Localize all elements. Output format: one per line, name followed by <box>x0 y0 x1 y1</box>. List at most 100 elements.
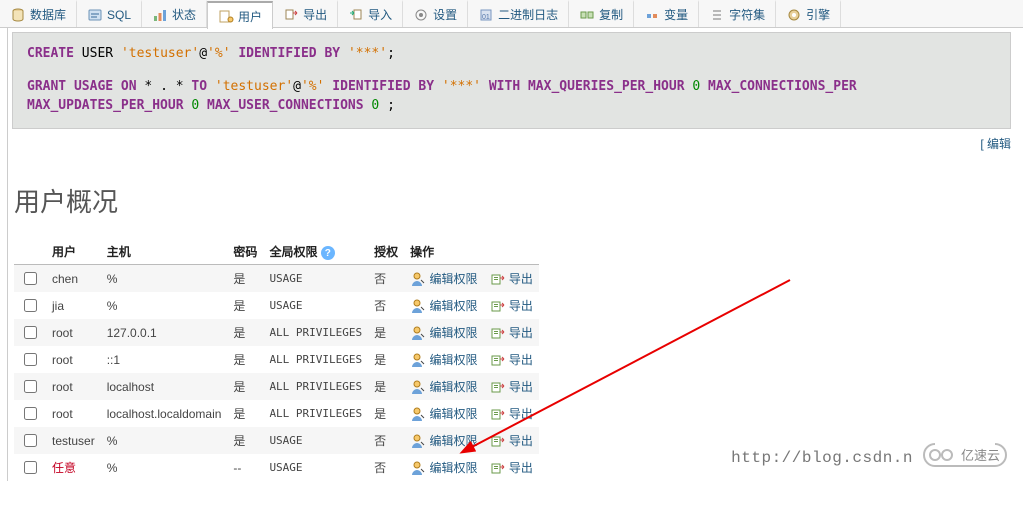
tab-label: 数据库 <box>30 6 66 23</box>
row-checkbox[interactable] <box>24 434 37 447</box>
cell-pwd: 是 <box>227 346 263 373</box>
tab-label: 用户 <box>238 8 262 25</box>
edit-privileges-icon <box>410 460 426 476</box>
export-row-icon <box>490 406 506 422</box>
cell-user: root <box>46 346 101 373</box>
export-row-icon <box>490 379 506 395</box>
tab-import[interactable]: 导入 <box>338 0 403 27</box>
table-row: chen%是USAGE否 编辑权限 导出 <box>14 265 539 293</box>
tab-label: 复制 <box>599 6 623 23</box>
kw-with: WITH <box>489 79 520 94</box>
edit-privileges-link[interactable]: 编辑权限 <box>430 326 478 340</box>
edit-privileges-icon <box>410 271 426 287</box>
table-row: root127.0.0.1是ALL PRIVILEGES是 编辑权限 导出 <box>14 319 539 346</box>
edit-privileges-link[interactable]: 编辑权限 <box>430 434 478 448</box>
tab-settings[interactable]: 设置 <box>403 0 468 27</box>
at-sign: @ <box>199 46 207 61</box>
export-row-link[interactable]: 导出 <box>509 326 533 340</box>
edit-privileges-link[interactable]: 编辑权限 <box>430 353 478 367</box>
table-row: root::1是ALL PRIVILEGES是 编辑权限 导出 <box>14 346 539 373</box>
cell-priv: USAGE <box>263 265 368 293</box>
zero: 0 <box>371 98 379 113</box>
tab-users[interactable]: 用户 <box>207 1 273 29</box>
sql-icon <box>87 7 103 23</box>
wildcard: * . * <box>144 79 183 94</box>
row-checkbox[interactable] <box>24 299 37 312</box>
cell-priv: ALL PRIVILEGES <box>263 346 368 373</box>
replication-icon <box>579 7 595 23</box>
tab-label: SQL <box>107 8 131 22</box>
export-row-icon <box>490 433 506 449</box>
cell-priv: ALL PRIVILEGES <box>263 400 368 427</box>
cell-user: jia <box>46 292 101 319</box>
export-row-link[interactable]: 导出 <box>509 380 533 394</box>
watermark-logo: 亿速云 <box>923 440 1011 473</box>
cell-user: 任意 <box>46 454 101 481</box>
export-row-icon <box>490 352 506 368</box>
tab-label: 二进制日志 <box>498 6 558 23</box>
col-priv: 全局权限 ? <box>263 239 368 265</box>
cell-grant: 否 <box>368 265 404 293</box>
cell-host: % <box>101 454 228 481</box>
at-sign: @ <box>293 79 301 94</box>
export-row-icon <box>490 298 506 314</box>
row-checkbox[interactable] <box>24 272 37 285</box>
edit-privileges-link[interactable]: 编辑权限 <box>430 461 478 475</box>
tab-database[interactable]: 数据库 <box>0 0 77 27</box>
row-checkbox[interactable] <box>24 326 37 339</box>
cell-pwd: 是 <box>227 373 263 400</box>
top-tab-bar: 数据库 SQL 状态 用户 导出 导入 设置 01 二进制日志 复制 变量 字符… <box>0 0 1023 28</box>
tab-label: 设置 <box>433 6 457 23</box>
edit-privileges-link[interactable]: 编辑权限 <box>430 407 478 421</box>
row-checkbox[interactable] <box>24 353 37 366</box>
row-checkbox[interactable] <box>24 407 37 420</box>
literal-pwd: '***' <box>348 46 387 61</box>
edit-privileges-link[interactable]: 编辑权限 <box>430 380 478 394</box>
edit-privileges-icon <box>410 352 426 368</box>
cell-host: localhost.localdomain <box>101 400 228 427</box>
cell-user: root <box>46 319 101 346</box>
tab-label: 变量 <box>664 6 688 23</box>
variables-icon <box>644 7 660 23</box>
row-checkbox[interactable] <box>24 461 37 474</box>
tab-export[interactable]: 导出 <box>273 0 338 27</box>
export-row-link[interactable]: 导出 <box>509 461 533 475</box>
cell-pwd: 是 <box>227 292 263 319</box>
export-row-icon <box>490 460 506 476</box>
cell-grant: 是 <box>368 400 404 427</box>
edit-sql-link[interactable]: [ 编辑 <box>980 137 1011 151</box>
edit-privileges-icon <box>410 406 426 422</box>
col-host: 主机 <box>101 239 228 265</box>
edit-privileges-icon <box>410 298 426 314</box>
row-checkbox[interactable] <box>24 380 37 393</box>
engines-icon <box>786 7 802 23</box>
export-row-link[interactable]: 导出 <box>509 407 533 421</box>
tab-replication[interactable]: 复制 <box>569 0 634 27</box>
export-row-link[interactable]: 导出 <box>509 353 533 367</box>
literal-pwd: '***' <box>442 79 481 94</box>
tab-engines[interactable]: 引擎 <box>776 0 841 27</box>
export-row-icon <box>490 325 506 341</box>
edit-privileges-link[interactable]: 编辑权限 <box>430 272 478 286</box>
cell-priv: ALL PRIVILEGES <box>263 373 368 400</box>
cell-pwd: 是 <box>227 427 263 454</box>
export-row-link[interactable]: 导出 <box>509 434 533 448</box>
kw-to: TO <box>191 79 207 94</box>
import-icon <box>348 7 364 23</box>
cell-priv: USAGE <box>263 427 368 454</box>
tab-status[interactable]: 状态 <box>142 0 207 27</box>
export-row-link[interactable]: 导出 <box>509 299 533 313</box>
tab-variables[interactable]: 变量 <box>634 0 699 27</box>
cell-grant: 是 <box>368 373 404 400</box>
cell-host: localhost <box>101 373 228 400</box>
tab-binlog[interactable]: 01 二进制日志 <box>468 0 569 27</box>
export-row-link[interactable]: 导出 <box>509 272 533 286</box>
edit-privileges-link[interactable]: 编辑权限 <box>430 299 478 313</box>
tab-charset[interactable]: 字符集 <box>699 0 776 27</box>
svg-text:01: 01 <box>482 14 490 21</box>
tab-sql[interactable]: SQL <box>77 0 142 27</box>
help-icon[interactable]: ? <box>321 246 335 260</box>
sql-output-box: CREATE USER 'testuser'@'%' IDENTIFIED BY… <box>12 32 1011 129</box>
cell-pwd: 是 <box>227 319 263 346</box>
export-icon <box>283 7 299 23</box>
